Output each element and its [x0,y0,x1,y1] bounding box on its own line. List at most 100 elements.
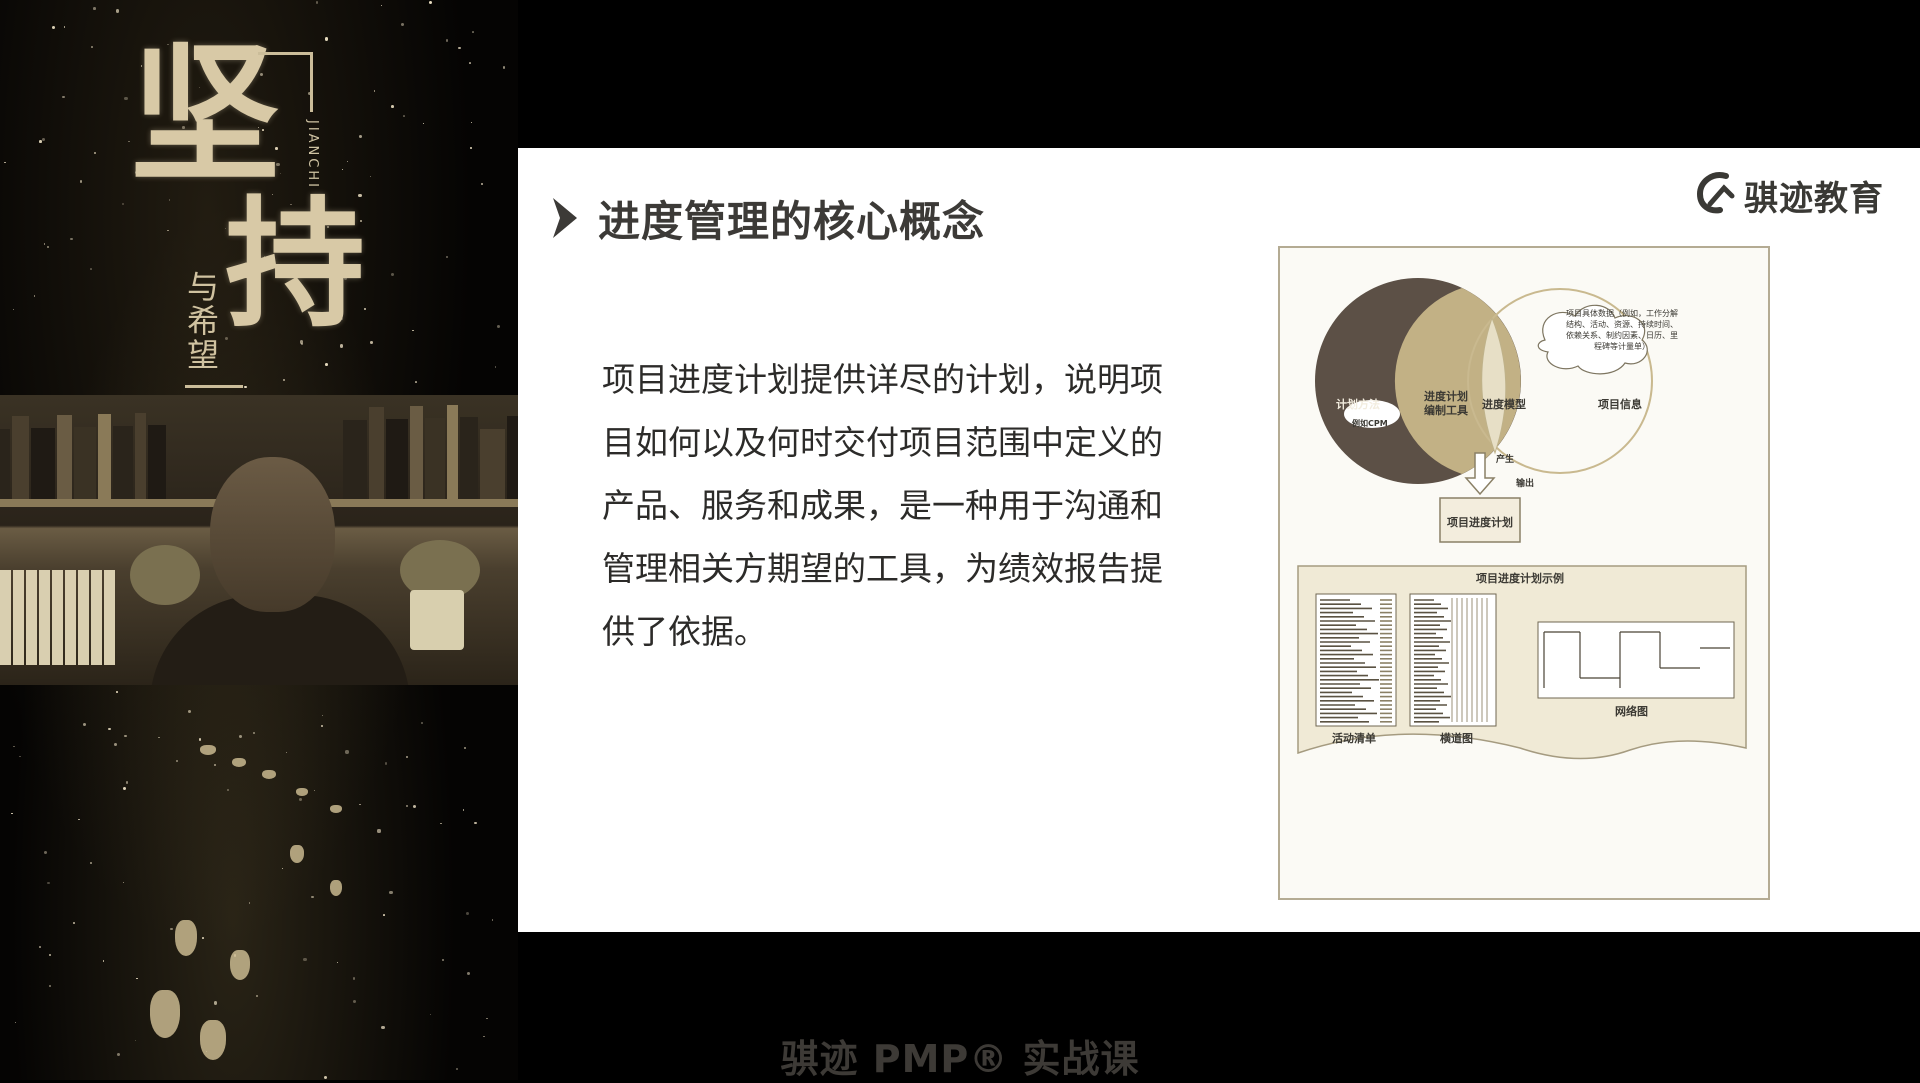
star-dot [243,385,247,389]
star-dot [253,731,256,734]
star-dot [48,984,51,987]
star-dot [458,46,461,50]
star-dot [429,1,433,5]
footprint [262,770,276,779]
star-dot [125,781,129,785]
star-dot [390,105,394,109]
book [0,429,10,499]
star-dot [492,919,494,921]
star-dot [494,366,497,368]
star-dot [90,862,92,865]
star-dot [336,962,339,964]
network-label: 网络图 [1615,705,1648,718]
slide: 进度管理的核心概念 骐迹教育 项目进度计划提供详尽的计划，说明项目如何以及何时交… [518,148,1920,932]
book [65,570,76,665]
star-dot [405,756,408,759]
book [480,429,505,499]
star-dot [389,891,393,895]
slide-body-text: 项目进度计划提供详尽的计划，说明项目如何以及何时交付项目范围中定义的产品、服务和… [602,360,1163,651]
bar-chart-label: 横道图 [1440,732,1473,745]
book [91,570,102,665]
star-dot [480,183,484,186]
star-dot [188,710,192,714]
star-dot [359,803,361,806]
examples-title: 项目进度计划示例 [1476,572,1564,585]
star-dot [462,809,465,811]
footprint [175,920,197,956]
plant-pot [410,590,464,650]
book [57,415,72,499]
star-dot [108,727,111,731]
star-dot [422,122,424,124]
star-dot [470,121,473,124]
star-dot [121,202,124,205]
poster-panel: 坚 持 与希望 JIANCHI [0,0,518,1080]
star-dot [34,295,36,297]
star-dot [170,927,173,931]
star-dot [313,789,316,792]
star-dot [52,26,56,30]
star-dot [136,977,138,980]
star-dot [464,747,467,750]
star-dot [321,714,324,717]
star-dot [369,175,372,178]
book [369,407,384,499]
star-dot [239,734,243,738]
star-dot [175,759,178,762]
footprint [330,880,342,896]
network-thumb [1537,621,1735,699]
star-dot [311,895,315,899]
book [447,405,458,499]
book [26,570,37,665]
calligraphy-subtitle: 与希望 [182,270,220,372]
star-dot [124,96,128,100]
star-dot [115,691,118,693]
footprint [290,845,304,863]
star-dot [400,22,405,26]
star-dot [93,151,97,154]
star-dot [70,237,73,241]
star-dot [48,953,51,957]
brand: 骐迹教育 [1694,170,1884,220]
course-caption: 骐迹 PMP® 实战课 [780,1037,1140,1081]
star-dot [90,268,93,270]
book [460,417,478,499]
project-data-text: 项目具体数据（例如，工作分解结构、活动、资源、持续时间、依赖关系、制约因素、日历… [1566,309,1678,351]
star-dot [19,755,21,758]
book [13,570,24,665]
star-dot [79,180,83,183]
slide-title-row: 进度管理的核心概念 [550,188,985,248]
star-dot [373,90,376,93]
star-dot [439,822,442,825]
calligraphy-pinyin: JIANCHI [305,120,320,190]
star-dot [202,937,204,939]
star-dot [91,45,94,48]
star-dot [78,818,80,821]
calligraphy-bar-top [258,52,312,55]
book [410,406,423,499]
star-dot [469,62,472,64]
star-dot [122,882,124,884]
star-dot [320,724,324,728]
book [39,570,50,665]
star-dot [44,243,46,245]
star-dot [412,329,414,331]
book [78,570,89,665]
slide-title: 进度管理的核心概念 [598,196,986,246]
star-dot [298,797,302,801]
presenter-head [210,457,335,612]
star-dot [430,1013,432,1016]
star-dot [47,881,50,885]
book [343,420,367,499]
star-dot [122,786,127,791]
star-dot [390,273,394,277]
star-dot [285,751,288,754]
calligraphy-char-1: 坚 [130,27,281,203]
bar-chart-thumb [1409,593,1497,727]
book [31,428,55,499]
star-dot [83,723,87,727]
star-dot [11,812,13,815]
produce-label: 产生 [1496,455,1515,465]
star-dot [303,957,307,961]
book [12,416,29,499]
